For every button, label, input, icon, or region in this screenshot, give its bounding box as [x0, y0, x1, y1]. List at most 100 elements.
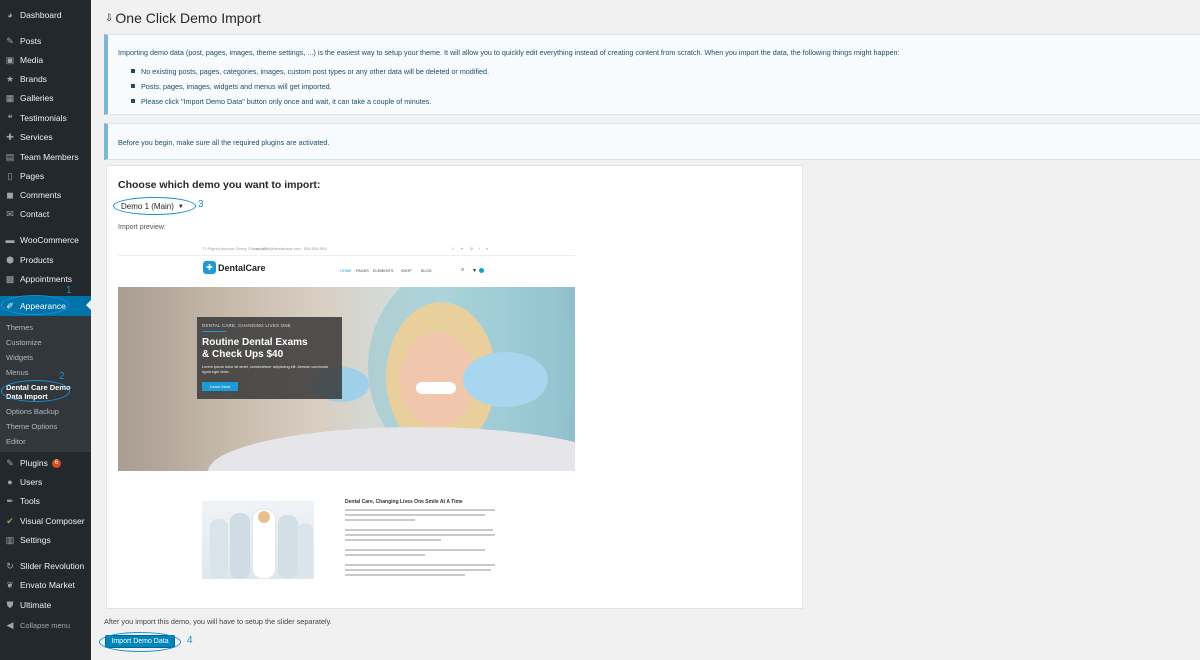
submenu-options-backup[interactable]: Options Backup: [6, 407, 59, 416]
pin-icon: ✎: [6, 35, 14, 46]
preview-topbar-phone: 555-555-555: [304, 246, 327, 251]
bullet-item: No existing posts, pages, categories, im…: [118, 67, 1200, 76]
plugins-notice: Before you begin, make sure all the requ…: [104, 123, 1200, 160]
info-bullets: No existing posts, pages, categories, im…: [118, 67, 1200, 106]
media-icon: ▣: [5, 54, 15, 65]
plugins-update-badge: 6: [51, 458, 62, 468]
menu-contact[interactable]: ✉ Contact: [0, 205, 91, 223]
comment-icon: ◼: [6, 189, 14, 200]
submenu-customize[interactable]: Customize: [6, 338, 41, 347]
preview-text-line: [345, 564, 495, 566]
slider-setup-note: After you import this demo, you will hav…: [104, 617, 332, 626]
preview-social-icons: ƒ✦◎in: [452, 246, 495, 251]
preview-nav-item: PAGES: [356, 269, 369, 273]
team-person: [297, 523, 313, 579]
callout-ellipse-2: [1, 380, 70, 402]
hero-card-underline: [202, 331, 226, 332]
submenu-themes[interactable]: Themes: [6, 323, 33, 332]
plug-icon: ✎: [6, 457, 14, 468]
callout-number-4: 4: [187, 635, 193, 646]
mail-icon: ✉: [6, 208, 14, 219]
hero-chair: [208, 427, 575, 471]
team-person-head: [258, 511, 270, 523]
menu-visual-composer[interactable]: ✔ Visual Composer: [0, 512, 91, 530]
preview-nav-item: BLOG: [421, 269, 432, 273]
active-menu-arrow: [86, 300, 91, 310]
menu-slider-revolution[interactable]: ↻ Slider Revolution: [0, 557, 91, 575]
menu-collapse[interactable]: ◀ Collapse menu: [0, 616, 91, 634]
menu-products[interactable]: ⬢ Products: [0, 251, 91, 269]
submenu-menus[interactable]: Menus: [6, 368, 29, 377]
demo-import-panel: Choose which demo you want to import: De…: [106, 165, 803, 609]
team-person: [278, 515, 298, 579]
preview-text-line: [345, 509, 495, 511]
shield-icon: ⛊: [6, 599, 14, 610]
preview-logo: ✚ DentalCare: [203, 261, 266, 274]
preview-text-line: [345, 519, 415, 521]
submenu-editor[interactable]: Editor: [6, 437, 26, 446]
menu-plugins[interactable]: ✎ Plugins 6: [0, 454, 91, 472]
preview-hero-card: DENTAL CARE, CHANGING LIVES ONE Routine …: [197, 317, 342, 399]
menu-users[interactable]: ● Users: [0, 473, 91, 491]
preview-nav-item: HOME: [340, 269, 352, 273]
team-person: [210, 519, 228, 579]
preview-text-line: [345, 514, 485, 516]
submenu-widgets[interactable]: Widgets: [6, 353, 33, 362]
settings-icon: ▥: [5, 534, 15, 545]
preview-search-icon: ⌕: [461, 267, 465, 273]
menu-dashboard[interactable]: ◕ Dashboard: [0, 6, 91, 24]
menu-tools[interactable]: ✒ Tools: [0, 492, 91, 510]
callout-ellipse-3: [113, 197, 196, 215]
preview-text-line: [345, 534, 495, 536]
menu-woocommerce[interactable]: ▬ WooCommerce: [0, 231, 91, 249]
menu-team-members[interactable]: ▤ Team Members: [0, 148, 91, 166]
choose-demo-label: Choose which demo you want to import:: [118, 179, 321, 191]
preview-cart-icon: ▾: [473, 268, 477, 274]
import-preview-image: 71 Pilgrim Avenue Chevy Chase, MD suppor…: [118, 241, 575, 601]
wrench-icon: ✚: [6, 131, 14, 142]
preview-text-line: [345, 569, 491, 571]
preview-text-line: [345, 554, 425, 556]
callout-number-3: 3: [198, 199, 204, 210]
menu-envato-market[interactable]: ❦ Envato Market: [0, 576, 91, 594]
preview-text-line: [345, 574, 465, 576]
collapse-icon: ◀: [6, 619, 14, 630]
info-notice: Importing demo data (post, pages, images…: [104, 34, 1200, 115]
menu-ultimate[interactable]: ⛊ Ultimate: [0, 596, 91, 614]
menu-services[interactable]: ✚ Services: [0, 128, 91, 146]
download-icon: ⇩: [105, 12, 114, 24]
quote-icon: ❝: [7, 112, 13, 123]
menu-comments[interactable]: ◼ Comments: [0, 186, 91, 204]
menu-posts[interactable]: ✎ Posts: [0, 32, 91, 50]
star-icon: ★: [5, 73, 15, 84]
menu-brands[interactable]: ★ Brands: [0, 70, 91, 88]
intro-text: Importing demo data (post, pages, images…: [118, 48, 900, 57]
callout-ellipse-4: [99, 632, 181, 652]
menu-galleries[interactable]: ▦ Galleries: [0, 89, 91, 107]
preview-text-line: [345, 529, 493, 531]
preview-nav-item: SHOP: [401, 269, 412, 273]
preview-about-title: Dental Care, Changing Lives One Smile At…: [345, 499, 463, 505]
dashboard-icon: ◕: [7, 10, 13, 20]
user-icon: ●: [7, 477, 13, 487]
preview-text-line: [345, 539, 441, 541]
team-person: [230, 513, 250, 579]
bullet-item: Please click "Import Demo Data" button o…: [118, 97, 1200, 106]
menu-settings[interactable]: ▥ Settings: [0, 531, 91, 549]
box-icon: ⬢: [6, 254, 14, 265]
plugins-notice-text: Before you begin, make sure all the requ…: [118, 138, 330, 147]
callout-number-1: 1: [66, 285, 72, 296]
menu-appointments[interactable]: ▩ Appointments: [0, 270, 91, 288]
preview-nav-item: ELEMENTS: [373, 269, 394, 273]
submenu-theme-options[interactable]: Theme Options: [6, 422, 57, 431]
preview-learn-more-button: Learn More: [202, 382, 239, 391]
calendar-icon: ▩: [5, 273, 15, 284]
page-title: ⇩ One Click Demo Import: [105, 10, 261, 26]
menu-testimonials[interactable]: ❝ Testimonials: [0, 109, 91, 127]
preview-topbar-email: support@dentalcare.com: [256, 246, 301, 251]
callout-number-2: 2: [59, 371, 65, 382]
menu-media[interactable]: ▣ Media: [0, 51, 91, 69]
menu-pages[interactable]: ▯ Pages: [0, 167, 91, 185]
woocommerce-icon: ▬: [5, 235, 15, 245]
visual-composer-icon: ✔: [6, 515, 14, 526]
